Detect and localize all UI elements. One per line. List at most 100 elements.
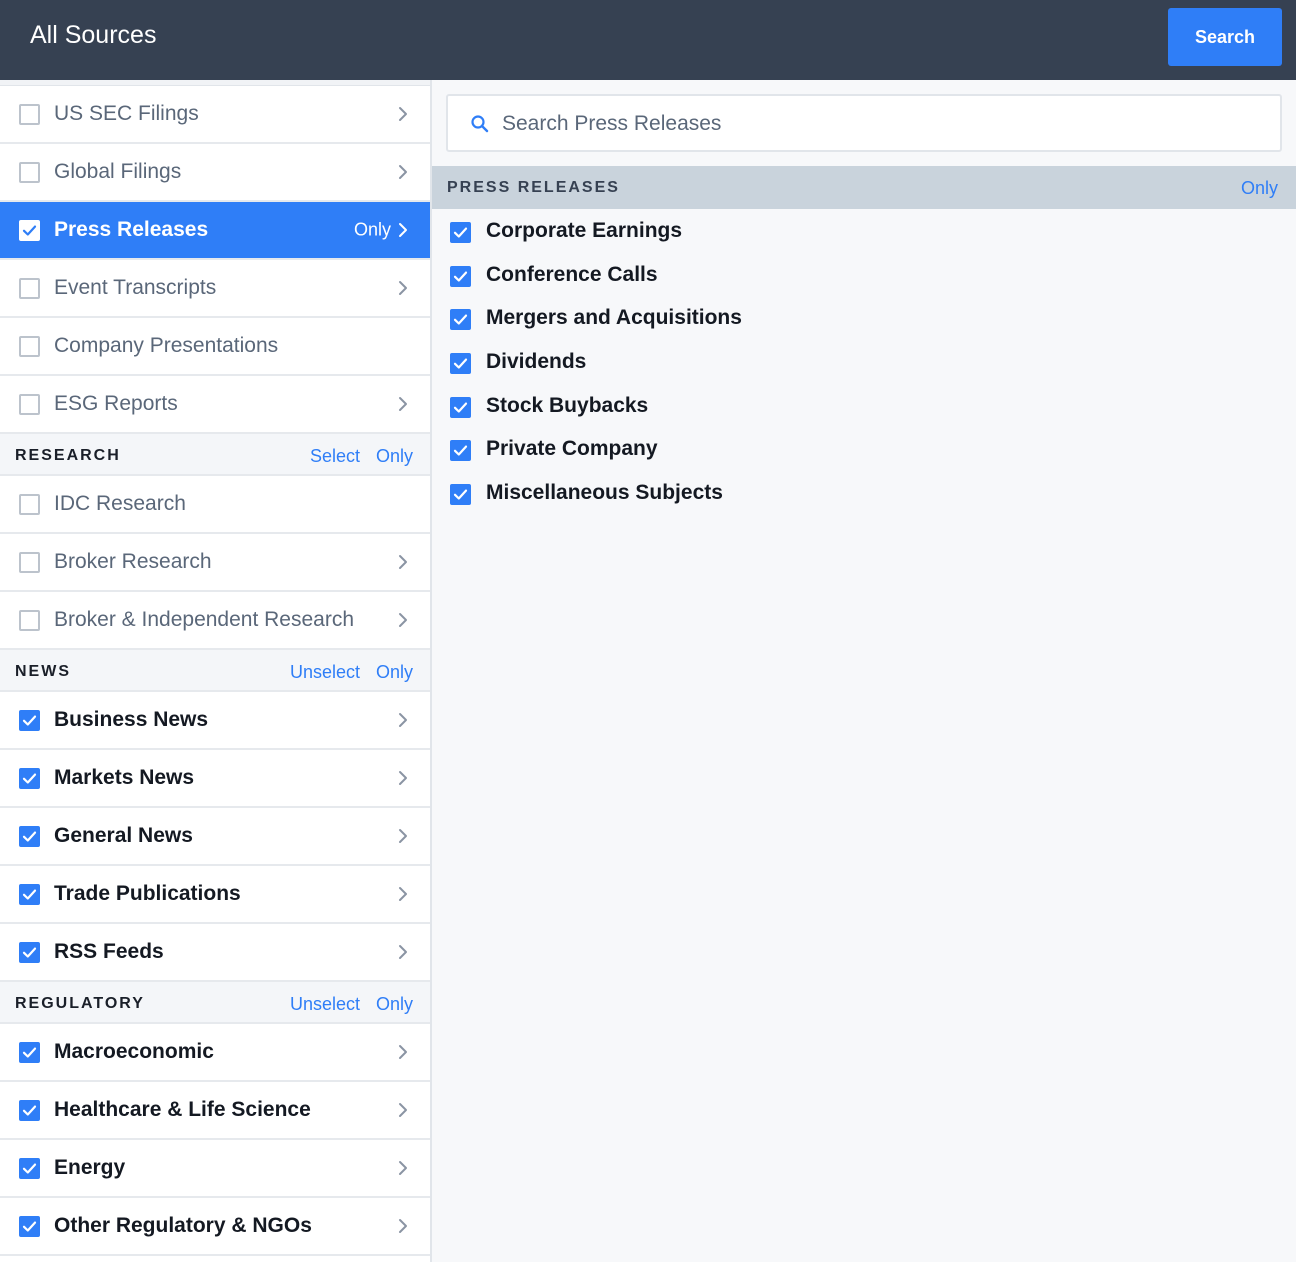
checkbox[interactable] (450, 309, 471, 331)
checkbox[interactable] (450, 353, 471, 375)
check-icon (453, 489, 468, 500)
press-release-item-mergers-and-acquisitions[interactable]: Mergers and Acquisitions (432, 296, 1296, 340)
press-release-item-stock-buybacks[interactable]: Stock Buybacks (432, 384, 1296, 428)
checkbox[interactable] (19, 552, 40, 573)
checkbox[interactable] (450, 484, 471, 506)
checkbox[interactable] (19, 826, 40, 847)
checkbox[interactable] (19, 1158, 40, 1179)
sidebar-item-company-presentations[interactable]: Company Presentations (0, 318, 430, 376)
checkbox[interactable] (19, 1216, 40, 1237)
chevron-right-icon[interactable] (396, 611, 410, 629)
sidebar-item-other-regulatory-and-ngos[interactable]: Other Regulatory & NGOs (0, 1198, 430, 1256)
select-link[interactable]: Select (310, 446, 360, 467)
sidebar-item-broker-research[interactable]: Broker Research (0, 534, 430, 592)
press-releases-header: PRESS RELEASES Only (432, 166, 1296, 209)
checkbox[interactable] (450, 265, 471, 287)
sidebar-item-broker-and-independent-research[interactable]: Broker & Independent Research (0, 592, 430, 650)
chevron-right-icon[interactable] (396, 279, 410, 297)
sidebar-item-us-sec-filings[interactable]: US SEC Filings (0, 86, 430, 144)
sidebar-item-idc-research[interactable]: IDC Research (0, 476, 430, 534)
chevron-right-icon[interactable] (396, 943, 410, 961)
chevron-right-icon[interactable] (396, 221, 410, 239)
sidebar-item-label: Markets News (54, 766, 195, 789)
checkbox[interactable] (19, 884, 40, 905)
checkbox[interactable] (450, 396, 471, 418)
sidebar-item-general-news[interactable]: General News (0, 808, 430, 866)
checkbox[interactable] (19, 710, 40, 731)
only-link[interactable]: Only (376, 994, 413, 1015)
press-release-item-corporate-earnings[interactable]: Corporate Earnings (432, 209, 1296, 253)
main-panel: PRESS RELEASES Only Corporate Earnings Co… (432, 80, 1296, 1262)
sidebar-item-energy[interactable]: Energy (0, 1140, 430, 1198)
press-release-item-label: Mergers and Acquisitions (486, 306, 742, 330)
check-icon (22, 715, 37, 726)
chevron-right-icon[interactable] (396, 769, 410, 787)
checkbox[interactable] (450, 440, 471, 462)
sidebar-item-label: Event Transcripts (54, 276, 217, 299)
check-icon (453, 358, 468, 369)
unselect-link[interactable]: Unselect (290, 662, 360, 683)
press-release-item-label: Conference Calls (486, 262, 658, 286)
sidebar-item-press-releases[interactable]: Press Releases Only (0, 202, 430, 260)
page-title: All Sources (30, 21, 157, 49)
sidebar-item-label: Energy (54, 1156, 126, 1179)
press-release-item-conference-calls[interactable]: Conference Calls (432, 253, 1296, 297)
chevron-right-icon[interactable] (396, 1043, 410, 1061)
checkbox[interactable] (19, 278, 40, 299)
checkbox[interactable] (19, 768, 40, 789)
checkbox[interactable] (19, 394, 40, 415)
checkbox[interactable] (19, 162, 40, 183)
check-icon (22, 1221, 37, 1232)
unselect-link[interactable]: Unselect (290, 994, 360, 1015)
check-icon (22, 1047, 37, 1058)
checkbox[interactable] (19, 220, 40, 241)
sidebar-item-business-news[interactable]: Business News (0, 692, 430, 750)
sidebar-item-rss-feeds[interactable]: RSS Feeds (0, 924, 430, 982)
only-link[interactable]: Only (376, 662, 413, 683)
checkbox[interactable] (19, 1100, 40, 1121)
only-link[interactable]: Only (1241, 178, 1278, 199)
sidebar-item-esg-reports[interactable]: ESG Reports (0, 376, 430, 434)
chevron-right-icon[interactable] (396, 885, 410, 903)
chevron-right-icon[interactable] (396, 163, 410, 181)
chevron-right-icon[interactable] (396, 105, 410, 123)
chevron-right-icon[interactable] (396, 711, 410, 729)
checkbox[interactable] (19, 1042, 40, 1063)
press-release-item-private-company[interactable]: Private Company (432, 427, 1296, 471)
checkbox[interactable] (450, 222, 471, 243)
search-button[interactable]: Search (1168, 8, 1282, 66)
sidebar-item-global-filings[interactable]: Global Filings (0, 144, 430, 202)
checkbox[interactable] (19, 610, 40, 631)
sidebar-item-markets-news[interactable]: Markets News (0, 750, 430, 808)
chevron-right-icon[interactable] (396, 553, 410, 571)
only-link[interactable]: Only (354, 220, 391, 241)
chevron-right-icon[interactable] (396, 1217, 410, 1235)
checkbox[interactable] (19, 942, 40, 963)
press-release-item-dividends[interactable]: Dividends (432, 340, 1296, 384)
checkbox[interactable] (19, 336, 40, 357)
chevron-right-icon[interactable] (396, 1101, 410, 1119)
sidebar-item-event-transcripts[interactable]: Event Transcripts (0, 260, 430, 318)
search-input[interactable] (502, 106, 1262, 142)
sidebar-item-healthcare-and-life-science[interactable]: Healthcare & Life Science (0, 1082, 430, 1140)
sidebar-item-label: General News (54, 824, 193, 847)
sidebar-item-macroeconomic[interactable]: Macroeconomic (0, 1024, 430, 1082)
press-release-item-miscellaneous-subjects[interactable]: Miscellaneous Subjects (432, 471, 1296, 515)
sidebar-item-trade-publications[interactable]: Trade Publications (0, 866, 430, 924)
checkbox[interactable] (19, 104, 40, 125)
top-bar: All Sources Search (0, 0, 1296, 80)
chevron-right-icon[interactable] (396, 827, 410, 845)
sidebar-item-label: Global Filings (54, 160, 182, 183)
sidebar-item-label: Broker Research (54, 550, 212, 573)
check-icon (453, 445, 468, 457)
only-link[interactable]: Only (376, 446, 413, 467)
chevron-right-icon[interactable] (396, 1159, 410, 1177)
search-box[interactable] (446, 94, 1282, 152)
check-icon (22, 773, 37, 784)
check-icon (22, 1163, 37, 1174)
checkbox[interactable] (19, 494, 40, 515)
check-icon (22, 225, 37, 236)
sidebar-item-label: Trade Publications (54, 882, 241, 905)
sidebar-item-label: Company Presentations (54, 334, 279, 357)
chevron-right-icon[interactable] (396, 395, 410, 413)
